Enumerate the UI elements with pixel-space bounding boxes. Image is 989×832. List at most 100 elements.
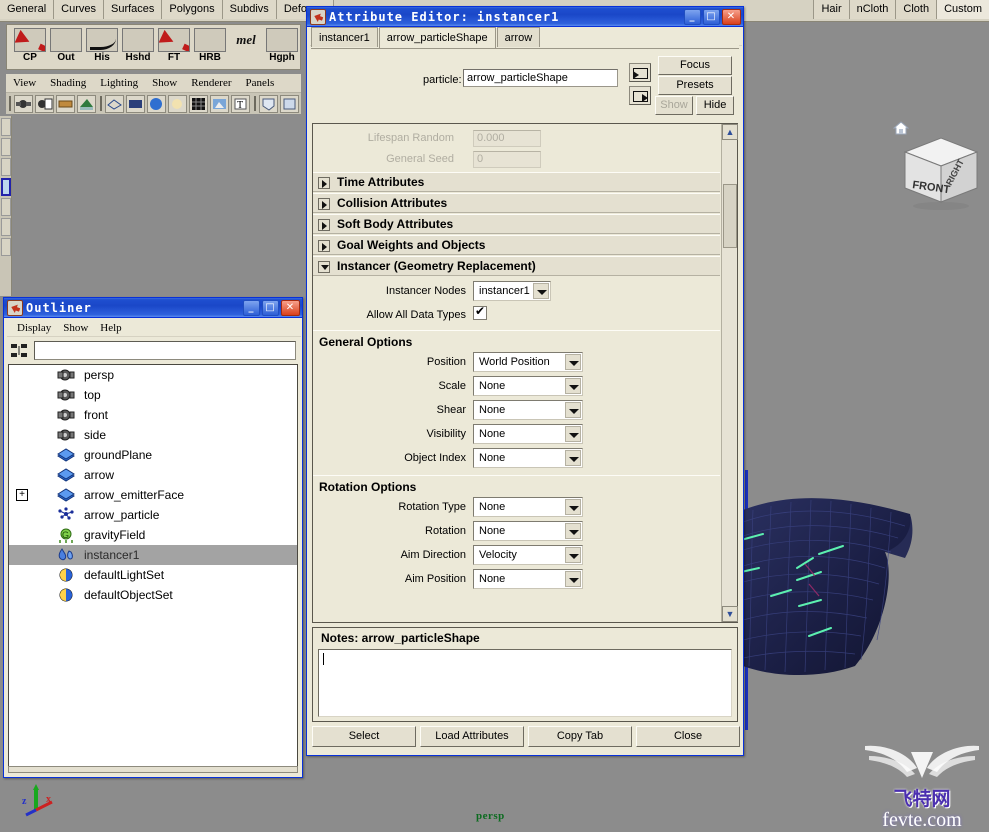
wireframe-shading-icon[interactable]: [105, 95, 124, 113]
outliner-menu-show[interactable]: Show: [57, 319, 94, 337]
hardware-texturing-icon[interactable]: [147, 95, 166, 113]
chevron-down-icon[interactable]: [565, 354, 581, 370]
tool-button[interactable]: [1, 158, 11, 176]
image-plane-icon[interactable]: [56, 95, 75, 113]
section-soft-body-attributes[interactable]: Soft Body Attributes: [313, 214, 720, 234]
outliner-menu-display[interactable]: Display: [11, 319, 57, 337]
camera-bookmarks-icon[interactable]: [35, 95, 54, 113]
view-menu-panels[interactable]: Panels: [239, 74, 282, 92]
general-select-scale[interactable]: None: [473, 376, 583, 396]
section-instancer[interactable]: Instancer (Geometry Replacement): [313, 256, 720, 276]
rotation-select-rotation-type[interactable]: None: [473, 497, 583, 517]
scroll-up-button[interactable]: ▲: [722, 124, 738, 140]
row-allow-all-data-types[interactable]: Allow All Data Types: [313, 304, 720, 326]
collapsed-sections[interactable]: Time Attributes Collision Attributes Soft …: [313, 172, 720, 255]
outliner-horizontal-scrollbar[interactable]: [8, 766, 298, 773]
general-select-visibility[interactable]: None: [473, 424, 583, 444]
shelf-tab-subdivs[interactable]: Subdivs: [222, 0, 277, 19]
shelf-tab-general[interactable]: General: [0, 0, 55, 19]
shelf-button-his[interactable]: His: [83, 28, 121, 68]
chevron-down-icon[interactable]: [565, 378, 581, 394]
section-time-attributes[interactable]: Time Attributes: [313, 172, 720, 192]
general-row-scale[interactable]: Scale None: [313, 375, 720, 399]
select-button[interactable]: Select: [312, 726, 416, 747]
shelf-button-hgph[interactable]: Hgph: [263, 28, 301, 68]
instancer-nodes-select[interactable]: instancer1: [473, 281, 551, 301]
outliner-item-arrow_particle[interactable]: arrow_particle: [9, 505, 297, 525]
general-select-object-index[interactable]: None: [473, 448, 583, 468]
minimize-button[interactable]: _: [243, 300, 260, 316]
shadows-icon[interactable]: [189, 95, 208, 113]
shelf-tab-surfaces[interactable]: Surfaces: [103, 0, 163, 19]
section-collision-attributes[interactable]: Collision Attributes: [313, 193, 720, 213]
general-row-shear[interactable]: Shear None: [313, 399, 720, 423]
rotation-row-aim-position[interactable]: Aim Position None: [313, 568, 720, 592]
outliner-search-input[interactable]: [34, 341, 296, 360]
tool-button[interactable]: [1, 238, 11, 256]
ae-node-tab-arrow_particleshape[interactable]: arrow_particleShape: [378, 27, 496, 48]
close-button[interactable]: Close: [636, 726, 740, 747]
view-menu-lighting[interactable]: Lighting: [93, 74, 145, 92]
attribute-pane-scrollbar[interactable]: ▲ ▼: [721, 124, 738, 622]
two-d-pan-zoom-icon[interactable]: [77, 95, 96, 113]
view-cube[interactable]: FRONT RIGHT: [895, 130, 985, 210]
general-row-object-index[interactable]: Object Index None: [313, 447, 720, 471]
notes-textarea[interactable]: [318, 649, 732, 717]
minimize-button[interactable]: _: [684, 9, 701, 25]
copy-tab-button[interactable]: Copy Tab: [528, 726, 632, 747]
outliner-toolbar[interactable]: [8, 340, 298, 362]
rotation-options-rows[interactable]: Rotation Type None Rotation None Aim Directi…: [313, 496, 720, 592]
chevron-right-icon[interactable]: [318, 219, 330, 231]
view-menu-shading[interactable]: Shading: [43, 74, 93, 92]
tool-button[interactable]: [1, 118, 11, 136]
smooth-shade-icon[interactable]: [126, 95, 145, 113]
outliner-item-side[interactable]: side: [9, 425, 297, 445]
rotation-select-aim-position[interactable]: None: [473, 569, 583, 589]
shelf-button-out[interactable]: Out: [47, 28, 85, 68]
go-to-output-icon[interactable]: [629, 86, 651, 105]
hide-button[interactable]: Hide: [696, 96, 734, 115]
load-attributes-button[interactable]: Load Attributes: [420, 726, 524, 747]
viewport-icon-bar[interactable]: T: [6, 92, 301, 114]
view-menu-renderer[interactable]: Renderer: [184, 74, 238, 92]
chevron-down-icon[interactable]: [565, 450, 581, 466]
shelf-tab-custom[interactable]: Custom: [936, 0, 989, 19]
maximize-button[interactable]: □: [262, 300, 279, 316]
chevron-down-icon[interactable]: [565, 402, 581, 418]
chevron-right-icon[interactable]: [318, 177, 330, 189]
rotation-select-aim-direction[interactable]: Velocity: [473, 545, 583, 565]
outliner-item-arrow_emitterface[interactable]: + arrow_emitterFace: [9, 485, 297, 505]
close-button[interactable]: ✕: [281, 300, 300, 316]
go-to-input-icon[interactable]: [629, 63, 651, 82]
outliner-item-defaultobjectset[interactable]: defaultObjectSet: [9, 585, 297, 605]
presets-button[interactable]: Presets: [658, 76, 732, 95]
outliner-item-top[interactable]: top: [9, 385, 297, 405]
particle-name-input[interactable]: arrow_particleShape: [463, 69, 618, 87]
tool-button[interactable]: [1, 218, 11, 236]
shelf-tab-hair[interactable]: Hair: [813, 0, 849, 19]
attribute-editor-window[interactable]: Attribute Editor: instancer1 _ □ ✕ ListS…: [306, 6, 744, 756]
chevron-down-icon[interactable]: [565, 426, 581, 442]
outliner-menubar[interactable]: Display Show Help: [7, 319, 301, 337]
xray-icon[interactable]: [210, 95, 229, 113]
shelf-button-mel[interactable]: mel: [227, 28, 265, 68]
tool-button-active[interactable]: [1, 178, 11, 196]
shelf-tab-cloth[interactable]: Cloth: [895, 0, 937, 19]
shelf-button-ft[interactable]: FT: [155, 28, 193, 68]
outliner-item-defaultlightset[interactable]: defaultLightSet: [9, 565, 297, 585]
general-select-shear[interactable]: None: [473, 400, 583, 420]
home-icon[interactable]: [893, 120, 909, 136]
ae-node-tab-arrow[interactable]: arrow: [496, 27, 541, 47]
attribute-editor-button-row[interactable]: Select Load Attributes Copy Tab Close: [312, 726, 740, 750]
focus-button[interactable]: Focus: [658, 56, 732, 75]
window-controls[interactable]: _ □ ✕: [241, 300, 300, 316]
shelf-button-cp[interactable]: CP: [11, 28, 49, 68]
shelf-button-hrb[interactable]: HRB: [191, 28, 229, 68]
shelf-button-row[interactable]: CP Out His Hshd FT HRB mel Hgph: [6, 24, 301, 70]
window-controls[interactable]: _ □ ✕: [682, 9, 741, 25]
outliner-item-arrow[interactable]: arrow: [9, 465, 297, 485]
tool-button[interactable]: [1, 138, 11, 156]
chevron-down-icon[interactable]: [565, 499, 581, 515]
section-goal-weights-and-objects[interactable]: Goal Weights and Objects: [313, 235, 720, 255]
shelf-tab-curves[interactable]: Curves: [54, 0, 104, 19]
